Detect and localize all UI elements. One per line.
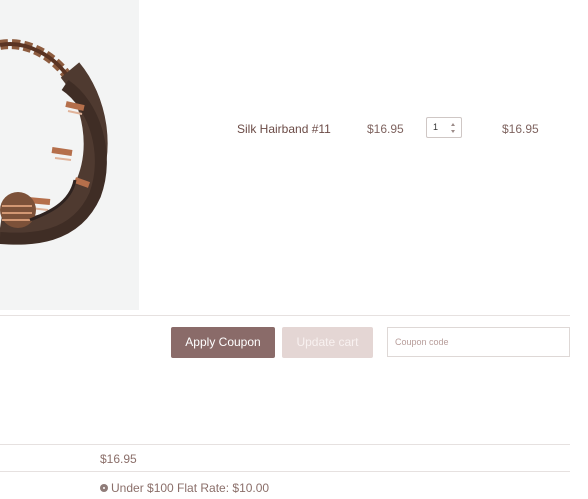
apply-coupon-button[interactable]: Apply Coupon [171, 327, 275, 358]
totals-divider [0, 444, 570, 445]
shipping-option[interactable]: Under $100 Flat Rate: $10.00 [100, 481, 269, 495]
cart-subtotal-value: $16.95 [100, 452, 137, 466]
product-price: $16.95 [367, 122, 404, 136]
spinner-icon[interactable] [450, 122, 456, 134]
quantity-stepper[interactable]: 1 [426, 117, 462, 138]
line-subtotal: $16.95 [502, 122, 539, 136]
shipping-divider [0, 471, 570, 472]
coupon-placeholder: Coupon code [395, 337, 449, 347]
section-divider [0, 315, 570, 316]
radio-selected-icon[interactable] [100, 484, 108, 492]
update-cart-button[interactable]: Update cart [282, 327, 373, 358]
quantity-value: 1 [433, 122, 439, 132]
coupon-code-input[interactable]: Coupon code [387, 327, 570, 357]
hairband-image [0, 39, 108, 245]
product-name-link[interactable]: Silk Hairband #11 [237, 122, 331, 136]
product-thumbnail[interactable] [0, 0, 139, 310]
shipping-option-label: Under $100 Flat Rate: $10.00 [111, 481, 270, 495]
